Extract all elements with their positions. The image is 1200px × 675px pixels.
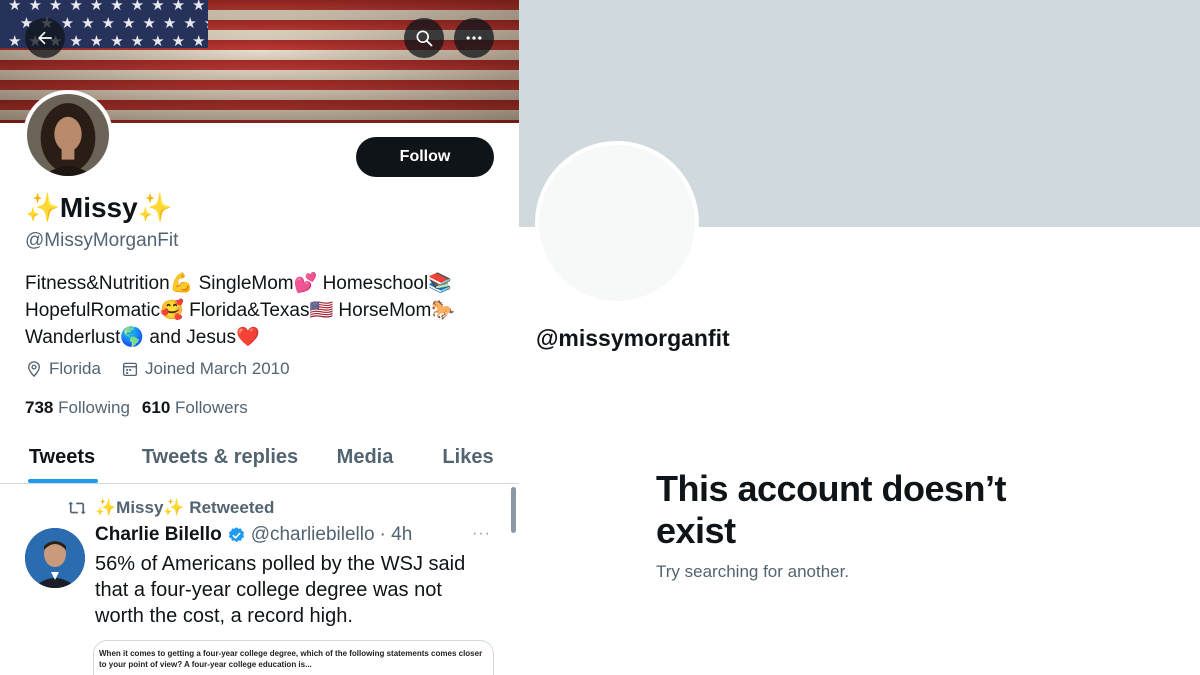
arrow-left-icon — [38, 31, 52, 45]
retweet-context: ✨Missy✨ Retweeted — [67, 498, 274, 518]
tweet-media-card[interactable]: When it comes to getting a four-year col… — [93, 640, 494, 675]
search-button[interactable] — [404, 18, 444, 58]
tweet-time[interactable]: · 4h — [380, 524, 413, 546]
scrollbar-thumb[interactable] — [511, 487, 516, 533]
verified-badge-icon — [228, 526, 244, 542]
search-icon — [416, 30, 433, 47]
profile-handle: @missymorganfit — [536, 325, 730, 351]
author-photo — [25, 528, 85, 588]
tab-media[interactable]: Media — [320, 430, 410, 484]
account-not-exist-title: This account doesn’t exist — [656, 468, 1007, 551]
tweet-card-text: When it comes to getting a four-year col… — [99, 649, 483, 669]
tweet-more-icon[interactable]: ··· — [472, 525, 491, 543]
joined-text: Joined March 2010 — [144, 359, 290, 378]
joined-item: Joined March 2010 — [121, 359, 290, 379]
retweet-icon — [68, 501, 86, 515]
following-count: 738 — [25, 398, 54, 417]
tweet-header: Charlie Bilello @charliebilello · 4h — [95, 524, 412, 546]
following-label: Following — [58, 398, 130, 417]
followers-count: 610 — [141, 398, 171, 417]
location-pin-icon — [28, 361, 40, 378]
follow-stats: 738 Following 610 Followers — [25, 398, 248, 418]
retweeted-by-text: ✨Missy✨ Retweeted — [95, 498, 275, 517]
tweet-author-handle[interactable]: @charliebilello — [251, 524, 375, 546]
avatar-placeholder — [535, 141, 699, 305]
profile-meta: Florida Joined March 2010 — [25, 359, 290, 379]
following-link[interactable]: 738 Following — [25, 398, 130, 418]
display-name: ✨Missy✨ — [25, 192, 173, 223]
profile-handle: @MissyMorganFit — [25, 230, 179, 251]
tab-tweets[interactable]: Tweets — [10, 430, 114, 484]
tab-tweets-replies[interactable]: Tweets & replies — [130, 430, 310, 484]
profile-avatar[interactable] — [23, 90, 113, 180]
location-item: Florida — [25, 359, 101, 379]
tweet-author-avatar[interactable] — [25, 528, 85, 588]
tweet-author-name[interactable]: Charlie Bilello — [95, 524, 222, 546]
more-button[interactable] — [454, 18, 494, 58]
followers-link[interactable]: 610 Followers — [142, 398, 248, 418]
back-button[interactable] — [25, 18, 65, 58]
follow-button[interactable]: Follow — [356, 137, 494, 177]
profile-tabs: Tweets Tweets & replies Media Likes — [0, 430, 519, 484]
calendar-icon — [122, 362, 138, 377]
account-not-exist-subtitle: Try searching for another. — [656, 562, 850, 581]
profile-bio: Fitness&Nutrition💪 SingleMom💕 Homeschool… — [25, 273, 455, 348]
tweet-text: 56% of Americans polled by the WSJ said … — [95, 553, 466, 627]
location-text: Florida — [49, 359, 101, 378]
followers-label: Followers — [175, 398, 248, 417]
avatar-photo — [27, 94, 109, 176]
tweet-item[interactable]: ✨Missy✨ Retweeted Charlie Bilello @charl… — [0, 485, 519, 675]
left-profile-panel: ★★★★★★★★★★★★ ★★★★★★★★★★★★★★★★★★★★★★★ Fol… — [0, 0, 519, 675]
active-tab-indicator — [28, 479, 98, 483]
more-horizontal-icon — [466, 36, 482, 40]
tab-likes[interactable]: Likes — [430, 430, 506, 484]
right-profile-panel: @missymorganfit This account doesn’t exi… — [519, 0, 1200, 675]
